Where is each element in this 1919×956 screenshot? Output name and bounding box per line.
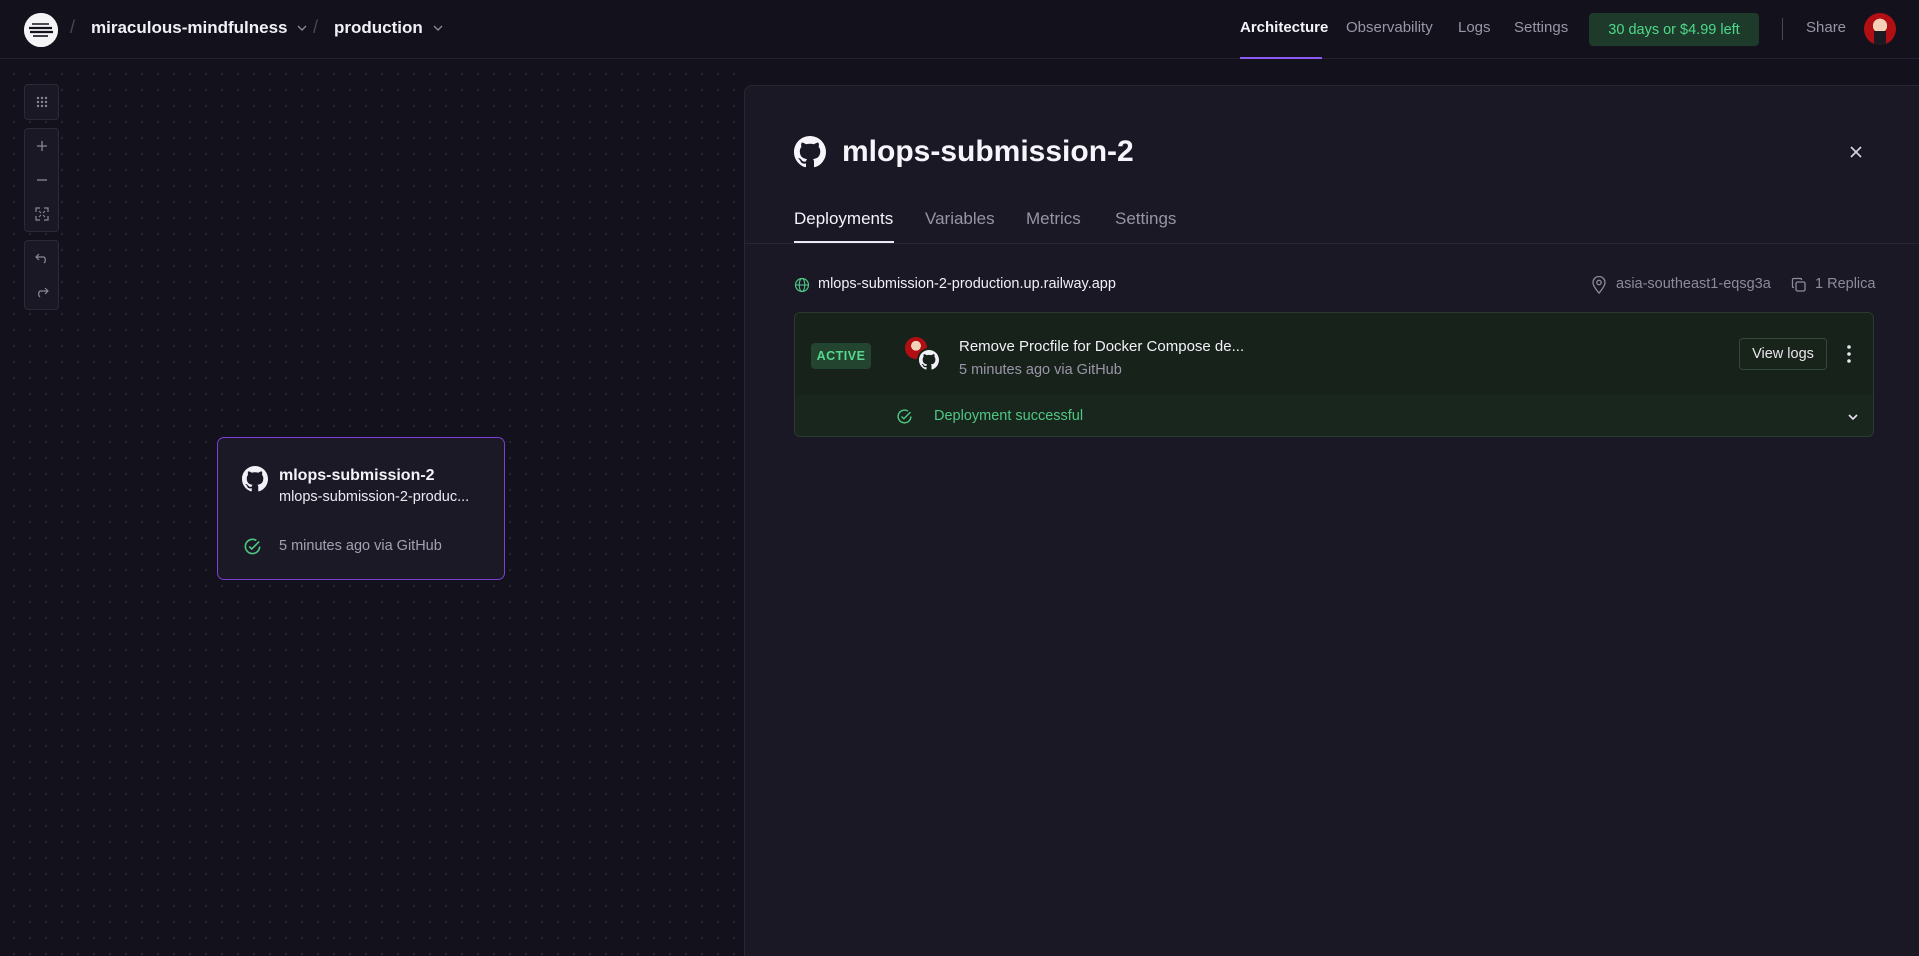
commit-message: Remove Procfile for Docker Compose de... bbox=[959, 338, 1245, 355]
nav-observability[interactable]: Observability bbox=[1346, 19, 1433, 36]
breadcrumb-separator: / bbox=[70, 17, 76, 37]
close-icon[interactable] bbox=[1848, 144, 1864, 160]
environment-name: production bbox=[334, 18, 423, 37]
service-card-domain: mlops-submission-2-produc... bbox=[279, 489, 470, 505]
github-icon bbox=[794, 136, 826, 168]
check-circle-icon bbox=[244, 538, 261, 555]
chevron-down-icon bbox=[297, 25, 307, 31]
redo-button[interactable] bbox=[25, 275, 58, 309]
divider bbox=[1782, 18, 1783, 40]
view-logs-button[interactable]: View logs bbox=[1739, 338, 1827, 370]
redo-icon bbox=[37, 287, 49, 298]
grid-icon bbox=[36, 96, 47, 108]
deployment-status: Deployment successful bbox=[934, 408, 1084, 424]
deployment-meta: 5 minutes ago via GitHub bbox=[959, 362, 1122, 378]
nav-settings[interactable]: Settings bbox=[1514, 19, 1568, 36]
undo-icon bbox=[34, 253, 46, 264]
share-button[interactable]: Share bbox=[1806, 19, 1846, 36]
canvas-zoom-toolgroup bbox=[24, 128, 59, 232]
status-badge: ACTIVE bbox=[811, 343, 871, 369]
chevron-down-icon[interactable] bbox=[1846, 410, 1860, 424]
globe-icon bbox=[794, 277, 810, 293]
top-bar: / miraculous-mindfulness / production Ar… bbox=[0, 0, 1919, 59]
service-domain-link[interactable]: mlops-submission-2-production.up.railway… bbox=[818, 276, 1116, 292]
service-card-title: mlops-submission-2 bbox=[279, 467, 435, 484]
tab-metrics[interactable]: Metrics bbox=[1026, 209, 1081, 229]
deployment-card: ACTIVE Remove Procfile for Docker Compos… bbox=[794, 312, 1874, 437]
more-options-icon[interactable] bbox=[1841, 343, 1857, 365]
service-card[interactable]: mlops-submission-2 mlops-submission-2-pr… bbox=[217, 437, 505, 580]
github-icon bbox=[917, 348, 941, 372]
fullscreen-icon bbox=[34, 207, 49, 221]
nav-active-indicator bbox=[1240, 57, 1322, 59]
github-icon bbox=[242, 466, 268, 492]
plus-icon bbox=[36, 141, 47, 151]
fit-view-button[interactable] bbox=[25, 197, 58, 231]
canvas-history-toolgroup bbox=[24, 240, 59, 310]
environment-selector[interactable]: production bbox=[334, 18, 443, 38]
undo-button[interactable] bbox=[25, 241, 58, 275]
location-pin-icon bbox=[1592, 276, 1606, 294]
replica-count: 1 Replica bbox=[1815, 276, 1876, 292]
minus-icon bbox=[36, 179, 47, 181]
zoom-out-button[interactable] bbox=[25, 163, 58, 197]
tab-settings[interactable]: Settings bbox=[1115, 209, 1176, 229]
canvas-grid-toolgroup bbox=[24, 84, 59, 120]
deployment-row[interactable]: ACTIVE Remove Procfile for Docker Compos… bbox=[795, 313, 1873, 395]
nav-architecture[interactable]: Architecture bbox=[1240, 19, 1328, 36]
service-detail-panel: mlops-submission-2 Deployments Variables… bbox=[744, 85, 1919, 956]
divider bbox=[745, 243, 1919, 244]
railway-logo-icon[interactable] bbox=[24, 13, 58, 47]
deployment-status-row[interactable]: Deployment successful bbox=[795, 395, 1873, 436]
service-card-status: 5 minutes ago via GitHub bbox=[279, 538, 442, 554]
project-name: miraculous-mindfulness bbox=[91, 18, 288, 37]
project-selector[interactable]: miraculous-mindfulness bbox=[91, 18, 307, 38]
tab-deployments[interactable]: Deployments bbox=[794, 209, 893, 229]
region-label: asia-southeast1-eqsg3a bbox=[1616, 276, 1771, 292]
nav-logs[interactable]: Logs bbox=[1458, 19, 1491, 36]
tab-variables[interactable]: Variables bbox=[925, 209, 995, 229]
breadcrumb-separator: / bbox=[313, 17, 319, 37]
check-circle-icon bbox=[897, 409, 912, 424]
panel-title: mlops-submission-2 bbox=[842, 135, 1134, 168]
chevron-down-icon bbox=[433, 25, 443, 31]
trial-status-button[interactable]: 30 days or $4.99 left bbox=[1589, 13, 1759, 46]
copy-icon bbox=[1791, 277, 1806, 292]
user-avatar[interactable] bbox=[1864, 13, 1896, 45]
grid-toggle-button[interactable] bbox=[25, 85, 58, 119]
zoom-in-button[interactable] bbox=[25, 129, 58, 163]
